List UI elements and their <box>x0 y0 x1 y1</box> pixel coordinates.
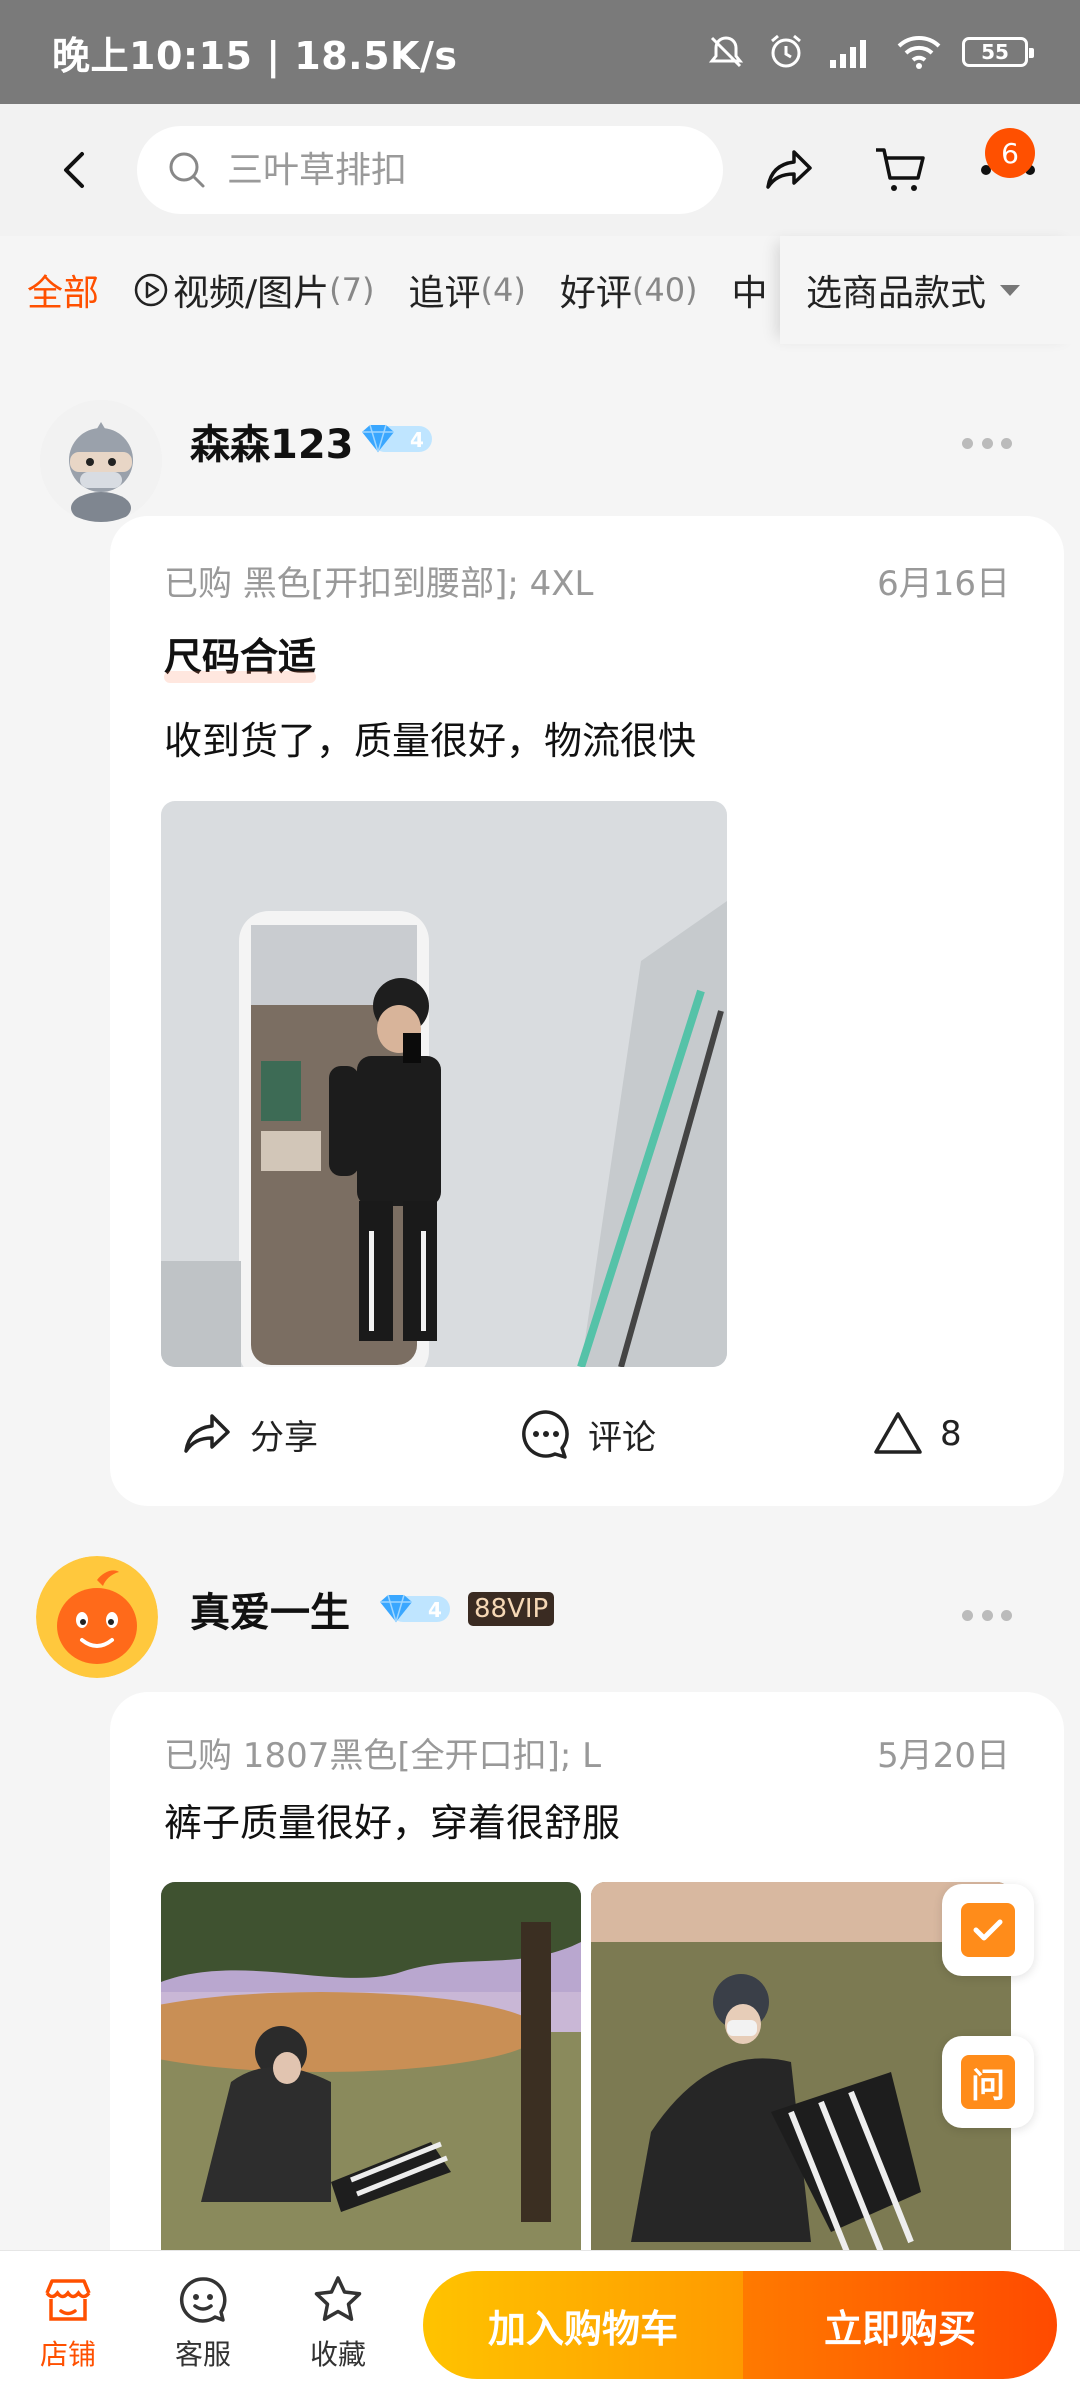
tab-followup[interactable]: 追评 (4) <box>408 264 525 316</box>
share-label: 分享 <box>250 1417 318 1458</box>
signal-icon <box>830 40 866 68</box>
status-bar: 晚上10:15 | 18.5K/s 55 <box>0 0 1080 104</box>
play-icon <box>134 273 168 307</box>
buy-now-button[interactable]: 立即购买 <box>743 2271 1057 2379</box>
checklist-float-button[interactable] <box>942 1884 1034 1976</box>
like-count: 8 <box>940 1414 962 1454</box>
avatar[interactable] <box>36 1556 158 1678</box>
tab-good-label: 好评 <box>559 273 632 314</box>
customer-service-icon <box>179 2277 227 2323</box>
avatar[interactable] <box>40 400 162 522</box>
style-select-dropdown[interactable]: 选商品款式 <box>780 236 1080 344</box>
review-date: 5月20日 <box>877 1736 1010 1776</box>
style-select-label: 选商品款式 <box>806 273 987 314</box>
review-card: 已购 1807黑色[全开口扣]; L 5月20日 裤子质量很好，穿着很舒服 <box>110 1692 1064 2292</box>
user-level: 4 <box>428 1598 442 1622</box>
search-input[interactable] <box>227 149 627 191</box>
user-name: 森森123 <box>190 422 354 468</box>
store-button[interactable]: 店铺 <box>8 2273 128 2373</box>
ninja-avatar-icon <box>40 400 162 522</box>
favorite-button[interactable]: 收藏 <box>278 2273 398 2373</box>
purchase-buttons: 加入购物车 立即购买 <box>423 2271 1057 2379</box>
purchase-spec: 已购 黑色[开扣到腰部]; 4XL <box>164 564 594 604</box>
tab-video-images[interactable]: 视频/图片 (7) <box>133 264 374 316</box>
favorite-label: 收藏 <box>309 2338 366 2371</box>
customer-service-label: 客服 <box>174 2338 231 2371</box>
review-item: 森森123 4 已购 黑色[开扣到腰部]; 4XL 6月16日 尺码合适 收到货… <box>0 344 1080 1524</box>
comment-button[interactable]: 评论 <box>518 1406 656 1462</box>
bottom-bar: 店铺 客服 收藏 加入购物车 立即购买 <box>0 2250 1080 2400</box>
store-icon <box>45 2279 91 2321</box>
tab-video-label: 视频/图片 <box>173 273 330 314</box>
tab-good[interactable]: 好评 (40) <box>560 264 698 316</box>
alarm-icon <box>771 34 801 68</box>
ask-icon: 问 <box>961 2055 1015 2109</box>
review-photo[interactable] <box>161 801 727 1367</box>
review-text: 裤子质量很好，穿着很舒服 <box>164 1801 621 1845</box>
search-box[interactable] <box>137 126 723 214</box>
purchase-spec: 已购 1807黑色[全开口扣]; L <box>164 1736 602 1776</box>
share-icon <box>184 1414 230 1453</box>
tab-good-count: (40) <box>631 271 698 309</box>
park-photo-image <box>161 1882 581 2282</box>
diamond-level-badge: 4 <box>362 424 432 453</box>
vip-badge: 88VIP <box>468 1592 555 1626</box>
share-icon[interactable] <box>762 142 818 198</box>
like-button[interactable]: 8 <box>870 1406 962 1462</box>
review-text: 收到货了，质量很好，物流很快 <box>164 719 697 763</box>
review-item: 真爱一生 4 88VIP 已购 1807黑色[全开口扣]; L 5月20日 裤子… <box>0 1540 1080 2292</box>
tab-followup-label: 追评 <box>408 273 481 314</box>
tab-medium-partial[interactable]: 中 <box>732 264 768 316</box>
tab-followup-count: (4) <box>480 271 526 309</box>
review-photo[interactable] <box>161 1882 581 2282</box>
tab-video-count: (7) <box>329 271 375 309</box>
review-actions: 分享 评论 8 <box>110 1396 1064 1476</box>
battery-icon: 55 <box>962 37 1034 67</box>
more-options-icon[interactable] <box>962 1610 1012 1622</box>
like-icon <box>874 1412 922 1454</box>
review-tag: 尺码合适 <box>164 626 317 683</box>
share-button[interactable]: 分享 <box>180 1406 318 1462</box>
cart-badge: 6 <box>985 128 1035 178</box>
diamond-level-badge: 4 <box>380 1594 450 1623</box>
checklist-icon <box>961 1903 1015 1957</box>
back-arrow-icon[interactable] <box>48 142 104 198</box>
top-nav <box>0 104 1080 236</box>
review-card: 已购 黑色[开扣到腰部]; 4XL 6月16日 尺码合适 收到货了，质量很好，物… <box>110 516 1064 1506</box>
mute-bell-icon <box>708 36 744 68</box>
cart-icon[interactable] <box>872 142 928 198</box>
star-icon <box>314 2276 362 2321</box>
review-date: 6月16日 <box>877 564 1010 604</box>
battery-level: 55 <box>981 40 1009 64</box>
search-icon <box>169 152 205 188</box>
store-label: 店铺 <box>39 2338 96 2371</box>
wifi-icon <box>897 36 941 69</box>
status-icons: 55 <box>706 32 1034 72</box>
comment-icon <box>522 1410 569 1459</box>
mirror-selfie-image <box>161 801 727 1367</box>
customer-service-button[interactable]: 客服 <box>143 2273 263 2373</box>
user-name: 真爱一生 <box>190 1590 350 1636</box>
add-to-cart-button[interactable]: 加入购物车 <box>423 2271 743 2379</box>
user-level: 4 <box>410 428 424 452</box>
mascot-avatar-icon <box>36 1556 158 1678</box>
status-time: 晚上10:15 | 18.5K/s <box>52 33 458 78</box>
tab-all[interactable]: 全部 <box>27 264 99 316</box>
more-options-icon[interactable] <box>962 438 1012 450</box>
comment-label: 评论 <box>588 1417 656 1458</box>
ask-float-button[interactable]: 问 <box>942 2036 1034 2128</box>
caret-down-icon <box>1000 284 1021 296</box>
